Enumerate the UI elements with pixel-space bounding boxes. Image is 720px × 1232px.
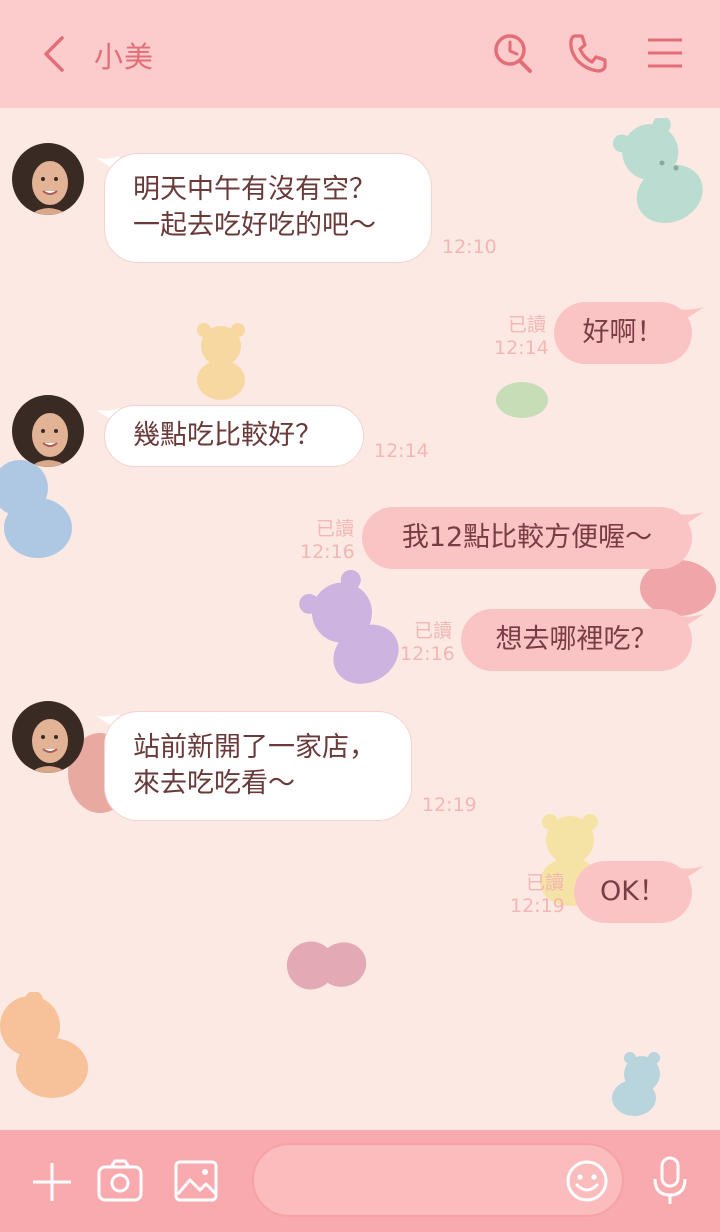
bubble-tail [676, 866, 704, 882]
message-bubble-outgoing[interactable]: 我12點比較方便喔～ [362, 507, 692, 569]
read-receipt: 已讀 [525, 872, 564, 894]
avatar[interactable] [12, 143, 84, 215]
avatar-photo [12, 395, 84, 467]
gummy-bear-decoration [197, 323, 245, 400]
message-time: 12:19 [510, 895, 565, 917]
message-bubble-incoming[interactable]: 幾點吃比較好？ [104, 405, 364, 467]
avatar-photo [12, 143, 84, 215]
message-bubble-outgoing[interactable]: OK！ [574, 861, 692, 923]
plus-icon[interactable] [30, 1160, 74, 1204]
message-time: 12:16 [300, 541, 355, 563]
read-receipt: 已讀 [507, 314, 546, 336]
bubble-tail [676, 307, 704, 323]
message-time: 12:19 [422, 794, 477, 816]
read-receipt: 已讀 [315, 518, 354, 540]
gummy-bear-decoration [0, 460, 72, 558]
avatar-photo [12, 701, 84, 773]
menu-icon[interactable] [642, 30, 688, 76]
emoji-icon[interactable] [564, 1158, 610, 1204]
bubble-tail [676, 614, 704, 630]
message-line: 幾點吃比較好？ [133, 420, 322, 451]
chat-header: 小美 [0, 0, 720, 108]
message-bubble-incoming[interactable]: 站前新開了一家店， 來去吃吃看～ [104, 711, 412, 821]
message-bubble-outgoing[interactable]: 想去哪裡吃？ [461, 609, 692, 671]
microphone-icon[interactable] [650, 1155, 690, 1207]
avatar[interactable] [12, 701, 84, 773]
message-line: 明天中午有沒有空？ [133, 174, 376, 205]
gummy-bear-decoration [286, 941, 367, 990]
message-line: 來去吃吃看～ [133, 768, 295, 799]
gummy-bear-decoration [612, 118, 703, 224]
phone-icon[interactable] [565, 30, 611, 76]
chevron-left-icon[interactable] [36, 32, 76, 76]
message-time: 12:14 [374, 440, 429, 462]
image-icon[interactable] [172, 1158, 220, 1204]
message-bubble-outgoing[interactable]: 好啊！ [554, 302, 692, 364]
message-line: 站前新開了一家店， [133, 732, 376, 763]
bubble-tail [676, 512, 704, 528]
gummy-bear-decoration [612, 1052, 660, 1116]
message-line: 一起去吃好吃的吧～ [133, 210, 376, 241]
search-clock-icon[interactable] [490, 30, 536, 76]
contact-name[interactable]: 小美 [94, 34, 154, 76]
gummy-bear-decoration [299, 570, 399, 684]
avatar[interactable] [12, 395, 84, 467]
message-time: 12:10 [442, 236, 497, 258]
gummy-bear-decoration [496, 382, 548, 418]
message-time: 12:16 [400, 643, 455, 665]
camera-icon[interactable] [96, 1158, 144, 1204]
message-time: 12:14 [494, 337, 549, 359]
message-bubble-incoming[interactable]: 明天中午有沒有空？ 一起去吃好吃的吧～ [104, 153, 432, 263]
gummy-bear-decoration [0, 992, 88, 1098]
read-receipt: 已讀 [413, 620, 452, 642]
